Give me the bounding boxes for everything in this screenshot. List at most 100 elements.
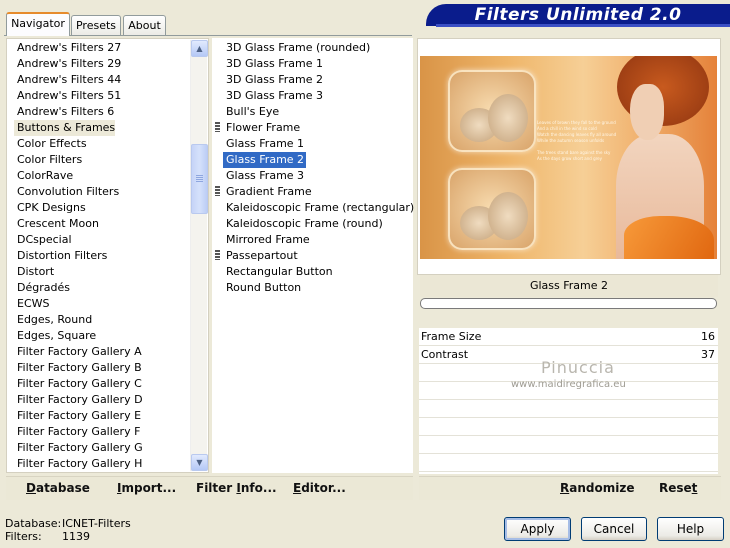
filter-item-label: 3D Glass Frame (rounded) [226,41,371,54]
filter-item[interactable]: Kaleidoscopic Frame (rectangular) [215,200,414,216]
category-item[interactable]: ColorRave [14,168,190,184]
reset-button[interactable]: Reset [659,481,697,495]
param-label: Frame Size [421,330,482,343]
preset-marker-icon [215,250,220,260]
preview-poem-text: Leaves of brown they fall to the ground A… [537,120,617,162]
randomize-button[interactable]: Randomize [560,481,634,495]
filter-item[interactable]: Glass Frame 1 [215,136,411,152]
scroll-up-arrow-icon[interactable]: ▲ [191,40,208,57]
category-item[interactable]: Convolution Filters [14,184,190,200]
category-item[interactable]: Andrew's Filters 29 [14,56,190,72]
param-row-empty [419,436,718,454]
scroll-down-arrow-icon[interactable]: ▼ [191,454,208,471]
scrollbar-thumb[interactable] [191,144,208,214]
filter-item[interactable]: Flower Frame [215,120,411,136]
filter-item[interactable]: Gradient Frame [215,184,411,200]
cancel-button[interactable]: Cancel [581,517,647,541]
filter-item[interactable]: 3D Glass Frame 2 [215,72,411,88]
category-item[interactable]: Andrew's Filters 27 [14,40,190,56]
import-button[interactable]: Import... [117,481,176,495]
category-item[interactable]: Buttons & Frames [14,120,190,136]
help-button[interactable]: Help [657,517,724,541]
category-item[interactable]: Filter Factory Gallery F [14,424,190,440]
category-item[interactable]: Color Filters [14,152,190,168]
filter-list[interactable]: 3D Glass Frame (rounded) 3D Glass Frame 1… [215,40,414,296]
category-item-label: Andrew's Filters 29 [17,57,122,70]
category-item[interactable]: Filter Factory Gallery G [14,440,190,456]
category-item-label: ColorRave [17,169,74,182]
category-item[interactable]: Filter Factory Gallery B [14,360,190,376]
category-item-label: Color Effects [17,137,87,150]
category-item-label: Buttons & Frames [14,120,116,136]
category-item[interactable]: Filter Factory Gallery H [14,456,190,472]
category-item[interactable]: Distort [14,264,190,280]
poem-line: As the days grow short and grey [537,156,602,161]
category-scrollbar[interactable]: ▲ ▼ [190,40,208,471]
preview-image: Leaves of brown they fall to the ground A… [420,56,717,259]
param-row-frame-size[interactable]: Frame Size 16 [419,328,718,346]
param-value[interactable]: 16 [701,328,715,346]
category-item-label: CPK Designs [17,201,86,214]
category-item[interactable]: Filter Factory Gallery A [14,344,190,360]
category-item[interactable]: Andrew's Filters 44 [14,72,190,88]
filter-info-button[interactable]: Filter Info... [196,481,277,495]
filter-item[interactable]: Bull's Eye [215,104,411,120]
filter-item[interactable]: Rectangular Button [215,264,411,280]
database-button[interactable]: Database [26,481,90,495]
category-item-label: Andrew's Filters 6 [17,105,115,118]
category-item[interactable]: Color Effects [14,136,190,152]
category-item[interactable]: ECWS [14,296,190,312]
category-item-label: Filter Factory Gallery C [17,377,142,390]
param-row-empty [419,418,718,436]
category-item-label: Distortion Filters [17,249,108,262]
category-item[interactable]: Filter Factory Gallery D [14,392,190,408]
pumpkin-shape [488,192,528,240]
filter-item[interactable]: Kaleidoscopic Frame (round) [215,216,411,232]
portrait-face [630,84,664,140]
category-item[interactable]: Edges, Round [14,312,190,328]
category-item[interactable]: DCspecial [14,232,190,248]
category-item-label: Distort [17,265,55,278]
category-item-label: Edges, Square [17,329,97,342]
filter-item-label: Glass Frame 2 [223,152,307,168]
filter-item[interactable]: 3D Glass Frame (rounded) [215,40,411,56]
filter-item[interactable]: Glass Frame 3 [215,168,411,184]
category-item[interactable]: Andrew's Filters 6 [14,104,190,120]
filter-item[interactable]: 3D Glass Frame 1 [215,56,411,72]
category-item-label: Color Filters [17,153,83,166]
category-item[interactable]: Filter Factory Gallery C [14,376,190,392]
param-value[interactable]: 37 [701,346,715,364]
filter-item[interactable]: Mirrored Frame [215,232,411,248]
category-list[interactable]: Andrew's Filters 27 Andrew's Filters 29 An… [14,40,190,472]
apply-button[interactable]: Apply [504,517,571,541]
category-item[interactable]: Distortion Filters [14,248,190,264]
grip-icon [196,175,203,183]
tab-presets[interactable]: Presets [71,15,121,35]
category-item-label: Andrew's Filters 27 [17,41,122,54]
tab-navigator[interactable]: Navigator [6,12,70,36]
category-item[interactable]: Crescent Moon [14,216,190,232]
filter-item[interactable]: 3D Glass Frame 3 [215,88,411,104]
category-item-label: Filter Factory Gallery F [17,425,141,438]
filter-item[interactable]: Round Button [215,280,411,296]
param-label: Contrast [421,348,469,361]
status-database-value: ICNET-Filters [62,517,131,530]
category-item[interactable]: Filter Factory Gallery E [14,408,190,424]
category-item[interactable]: CPK Designs [14,200,190,216]
portrait-cloth [624,216,714,259]
filter-item[interactable]: Glass Frame 2 [215,152,411,168]
category-item-label: Andrew's Filters 51 [17,89,122,102]
filter-item-label: Kaleidoscopic Frame (rectangular) [226,201,415,214]
category-item-label: Filter Factory Gallery E [17,409,142,422]
editor-button[interactable]: Editor... [293,481,346,495]
banner-underline [436,24,730,27]
category-item[interactable]: Edges, Square [14,328,190,344]
category-item-label: Filter Factory Gallery A [17,345,142,358]
category-item[interactable]: Dégradés [14,280,190,296]
category-item-label: Crescent Moon [17,217,99,230]
param-row-empty [419,400,718,418]
category-item[interactable]: Andrew's Filters 51 [14,88,190,104]
right-toolbar: Randomize Reset [419,476,721,500]
filter-item[interactable]: Passepartout [215,248,411,264]
tab-about[interactable]: About [123,15,166,35]
